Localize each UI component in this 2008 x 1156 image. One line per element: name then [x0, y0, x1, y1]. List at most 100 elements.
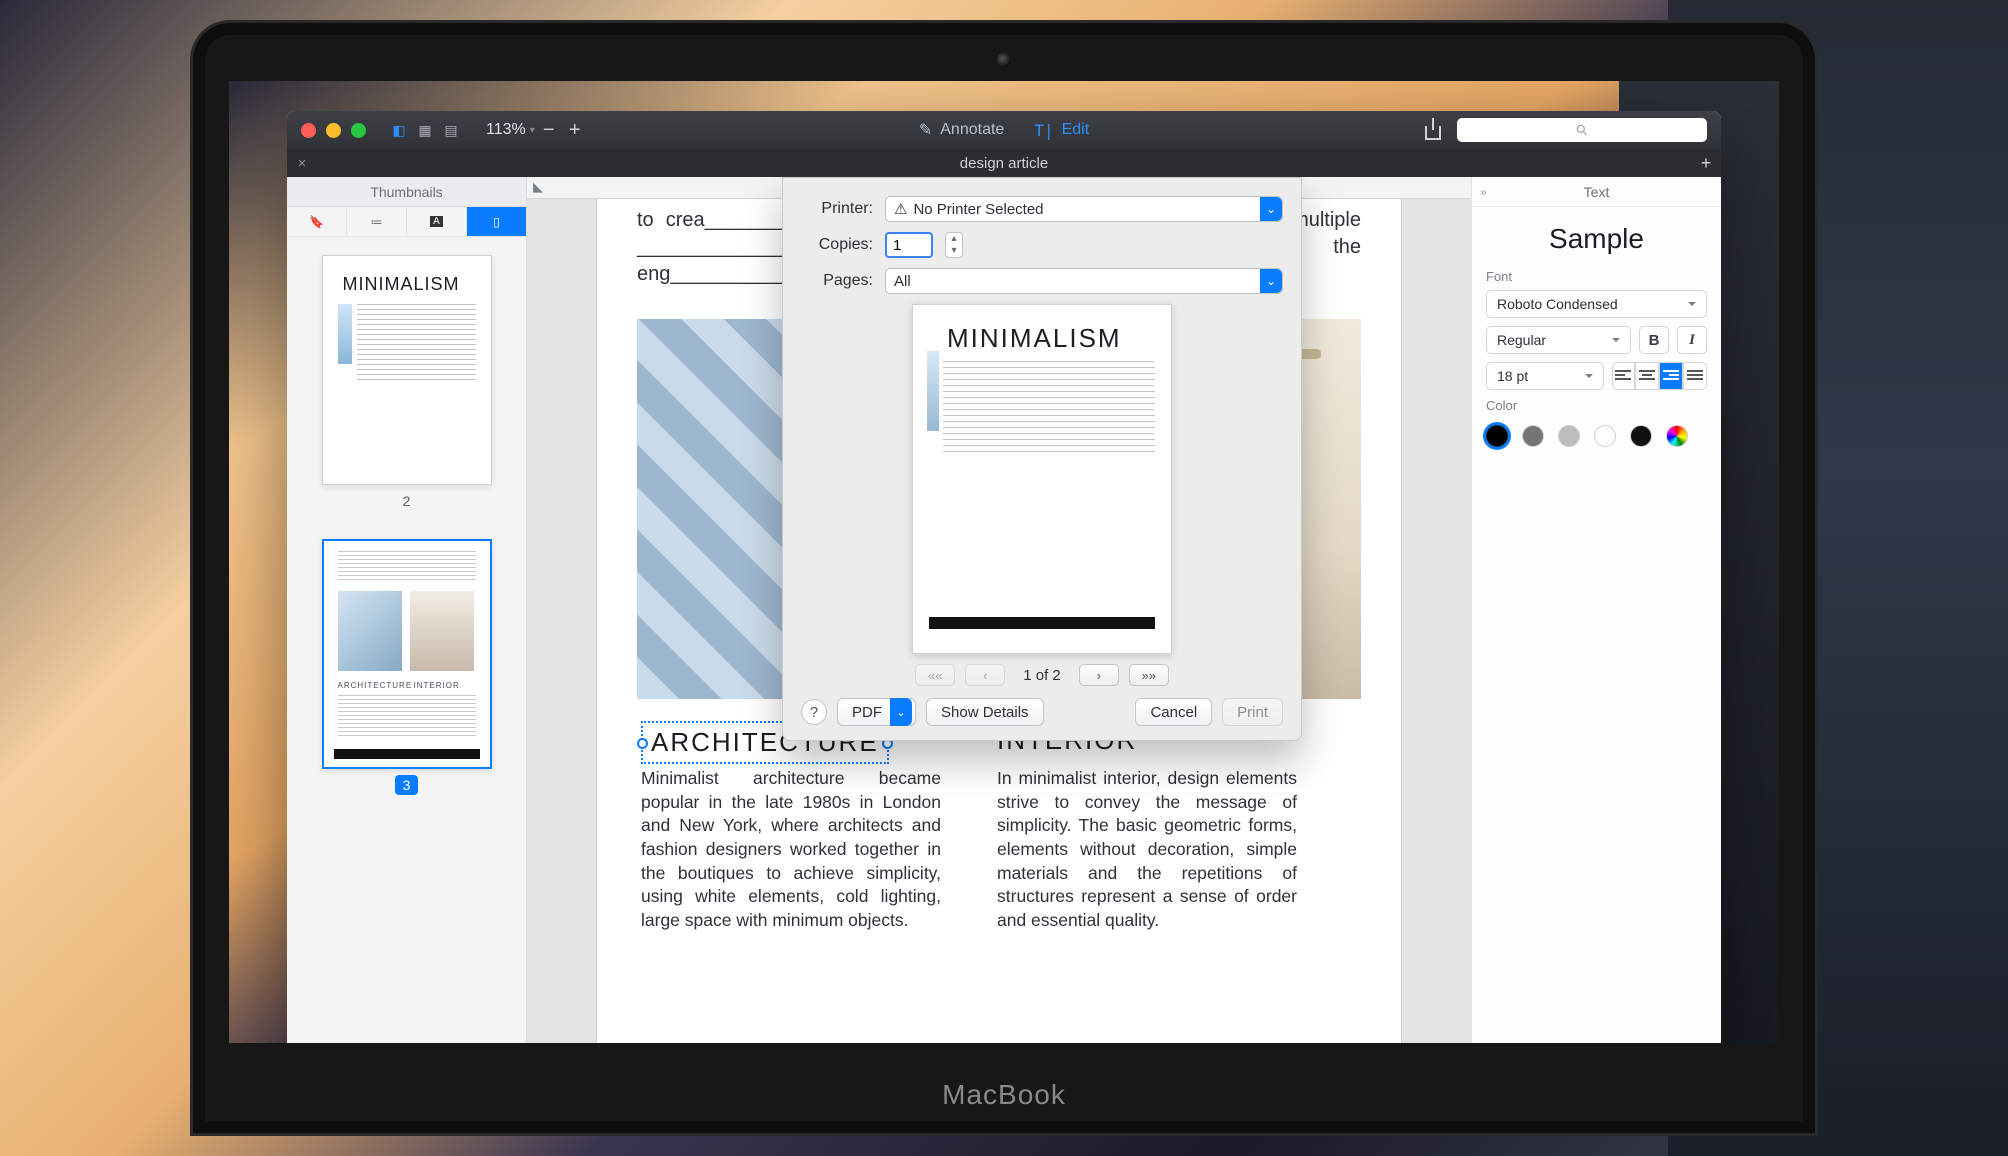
laptop-bezel: MacBook ◧ ▦ ▤ 113% ▾ −	[190, 20, 1818, 1136]
zoom-value[interactable]: 113%	[486, 121, 526, 139]
thumbnails-title: Thumbnails	[287, 177, 526, 207]
dropdown-icon: ⌄	[890, 698, 912, 726]
thumbnails-mode-icon[interactable]: ▯	[467, 207, 526, 236]
color-swatch-lightgray[interactable]	[1558, 425, 1580, 447]
titlebar: ◧ ▦ ▤ 113% ▾ − + ✎ Annotate T|	[287, 111, 1721, 149]
color-picker-icon[interactable]	[1666, 425, 1688, 447]
pages-value: All	[894, 273, 911, 290]
first-page-icon[interactable]: ««	[915, 664, 955, 686]
thumbnail-text-placeholder	[357, 304, 476, 384]
print-preview: MINIMALISM	[912, 304, 1172, 654]
color-swatch-white[interactable]	[1594, 425, 1616, 447]
sidebar-toggle-icon[interactable]: ◧	[386, 119, 412, 141]
align-left-button[interactable]	[1612, 362, 1636, 390]
contact-sheet-icon[interactable]: ▤	[438, 119, 464, 141]
tab-strip: × design article +	[287, 149, 1721, 177]
thumbnail-text-placeholder	[338, 551, 476, 581]
show-details-button[interactable]: Show Details	[926, 698, 1044, 726]
printer-label: Printer:	[801, 200, 873, 218]
bold-button[interactable]: B	[1639, 326, 1669, 354]
zoom-control: 113% ▾ − +	[486, 119, 587, 142]
thumbnail-mode-segments: 🔖 ≔ A ▯	[287, 207, 526, 237]
camera-icon	[997, 53, 1011, 67]
window-body: Thumbnails 🔖 ≔ A ▯ MINIMALISM	[287, 177, 1721, 1043]
thumbnail-text-placeholder	[338, 695, 476, 737]
thumbnail-page-2[interactable]: MINIMALISM 2	[322, 255, 492, 509]
pencil-icon: ✎	[919, 120, 932, 140]
window-controls	[287, 123, 380, 138]
inspector-title: » Text	[1472, 177, 1721, 207]
copies-input[interactable]	[885, 232, 933, 258]
thumbnail-page-3[interactable]: ARCHITECTURE INTERIOR 3	[322, 539, 492, 793]
printer-select[interactable]: ⚠ No Printer Selected ⌄	[885, 196, 1283, 222]
grid-view-icon[interactable]: ▦	[412, 119, 438, 141]
thumbnail-number: 3	[322, 777, 492, 793]
bookmark-mode-icon[interactable]: 🔖	[287, 207, 347, 236]
step-up-icon[interactable]: ▴	[946, 233, 962, 245]
search-input[interactable]	[1457, 118, 1707, 142]
ruler-handle-icon[interactable]: ◣	[533, 179, 543, 195]
document-viewport[interactable]: ◣ to crea_______________________________…	[527, 177, 1471, 1043]
zoom-window-icon[interactable]	[351, 123, 366, 138]
preview-footer-bar	[929, 617, 1155, 629]
font-size-select[interactable]: 18 pt	[1486, 362, 1604, 390]
pages-label: Pages:	[801, 272, 873, 290]
close-tab-icon[interactable]: ×	[287, 155, 317, 172]
zoom-in-button[interactable]: +	[563, 119, 587, 142]
toolbar-right	[1423, 118, 1721, 142]
outline-mode-icon[interactable]: ≔	[347, 207, 407, 236]
last-page-icon[interactable]: »»	[1129, 664, 1169, 686]
align-center-button[interactable]	[1635, 362, 1659, 390]
color-section-label: Color	[1472, 398, 1721, 419]
font-style-select[interactable]: Regular	[1486, 326, 1631, 354]
pages-select[interactable]: All ⌄	[885, 268, 1283, 294]
pdf-menu-button[interactable]: PDF⌄	[837, 698, 916, 726]
copies-stepper[interactable]: ▴▾	[945, 232, 963, 258]
dropdown-icon: ⌄	[1260, 269, 1282, 293]
annotations-mode-icon[interactable]: A	[407, 207, 467, 236]
new-tab-icon[interactable]: +	[1691, 153, 1721, 174]
align-justify-button[interactable]	[1683, 362, 1707, 390]
sidebar-mode-icons: ◧ ▦ ▤	[386, 119, 464, 141]
color-swatch-black[interactable]	[1486, 425, 1508, 447]
thumbnail-heading: MINIMALISM	[343, 274, 460, 295]
preview-pagination: «« ‹ 1 of 2 › »»	[801, 664, 1283, 686]
share-icon[interactable]	[1423, 120, 1443, 140]
font-family-select[interactable]: Roboto Condensed	[1486, 290, 1707, 318]
help-button[interactable]: ?	[801, 699, 827, 725]
color-swatch-gray[interactable]	[1522, 425, 1544, 447]
edit-tool[interactable]: T| Edit	[1034, 121, 1089, 140]
align-right-button[interactable]	[1659, 362, 1683, 390]
page-indicator: 1 of 2	[1023, 667, 1061, 684]
annotate-label: Annotate	[940, 121, 1004, 139]
font-section-label: Font	[1472, 269, 1721, 290]
column-text-right[interactable]: In minimalist interior, design elements …	[997, 767, 1297, 932]
dropdown-icon: ⌄	[1260, 197, 1282, 221]
italic-button[interactable]: I	[1677, 326, 1707, 354]
copies-label: Copies:	[801, 236, 873, 254]
column-text-left[interactable]: Minimalist architecture became popular i…	[641, 767, 941, 932]
annotate-tool[interactable]: ✎ Annotate	[919, 120, 1004, 140]
preview-heading: MINIMALISM	[947, 323, 1122, 354]
cancel-button[interactable]: Cancel	[1135, 698, 1212, 726]
print-button[interactable]: Print	[1222, 698, 1283, 726]
step-down-icon[interactable]: ▾	[946, 245, 962, 257]
thumbnail-image-placeholder	[338, 304, 352, 364]
thumbnails-list[interactable]: MINIMALISM 2 ARCHITECTURE	[287, 237, 526, 1043]
search-icon	[1575, 123, 1589, 137]
laptop-screen: ◧ ▦ ▤ 113% ▾ − + ✎ Annotate T|	[229, 81, 1779, 1043]
inspector-panel: » Text Sample Font Roboto Condensed Regu…	[1471, 177, 1721, 1043]
close-window-icon[interactable]	[301, 123, 316, 138]
collapse-inspector-icon[interactable]: »	[1480, 185, 1487, 199]
printer-value: No Printer Selected	[913, 201, 1043, 218]
thumbnail-image-placeholder	[410, 591, 474, 671]
color-swatch-dark[interactable]	[1630, 425, 1652, 447]
edit-label: Edit	[1062, 121, 1090, 139]
zoom-dropdown-icon[interactable]: ▾	[530, 125, 535, 136]
zoom-out-button[interactable]: −	[537, 119, 561, 142]
next-page-icon[interactable]: ›	[1079, 664, 1119, 686]
thumbnail-image-placeholder	[338, 591, 402, 671]
prev-page-icon[interactable]: ‹	[965, 664, 1005, 686]
thumbnail-footer-bar	[334, 749, 480, 759]
minimize-window-icon[interactable]	[326, 123, 341, 138]
